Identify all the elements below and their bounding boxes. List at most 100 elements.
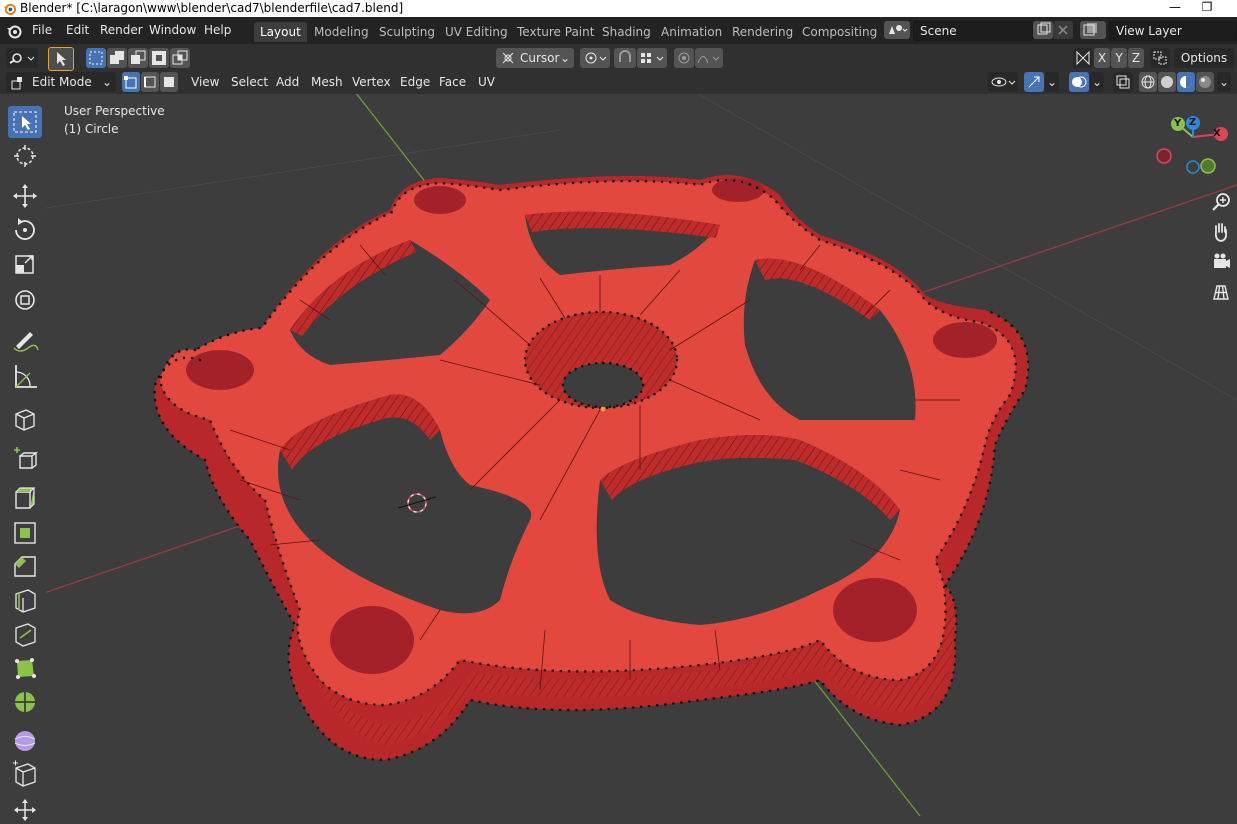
- viewport-object-label: (1) Circle: [64, 122, 119, 136]
- transform-orientation-dropdown[interactable]: Cursor ⌄: [496, 48, 574, 68]
- poly-build-icon[interactable]: [8, 652, 42, 684]
- editor-type-icon[interactable]: [6, 48, 38, 68]
- measure-icon[interactable]: [8, 360, 42, 392]
- delete-scene-icon[interactable]: [1053, 21, 1073, 39]
- menu-view[interactable]: View: [191, 75, 219, 89]
- proportional-editing-icon[interactable]: [674, 48, 694, 68]
- select-subtract-icon[interactable]: [128, 48, 148, 68]
- shrink-fatten-icon[interactable]: [8, 758, 42, 790]
- scene-selector-icon[interactable]: [884, 21, 910, 39]
- select-new-icon[interactable]: [86, 48, 106, 68]
- select-mode-tweak-icon[interactable]: [48, 47, 74, 71]
- zoom-icon[interactable]: [1207, 188, 1235, 216]
- gizmo-toggle-icon[interactable]: [1024, 72, 1044, 92]
- visibility-icon[interactable]: [988, 72, 1018, 92]
- gizmo-z-label: Z: [1189, 117, 1197, 128]
- menu-render[interactable]: Render: [100, 23, 143, 37]
- solid-shading-icon[interactable]: [1158, 72, 1176, 92]
- auto-merge-icon[interactable]: [1150, 48, 1170, 68]
- tab-uv-editing[interactable]: UV Editing: [439, 22, 514, 42]
- menu-file[interactable]: File: [32, 23, 52, 37]
- new-scene-icon[interactable]: [1033, 21, 1053, 39]
- tab-animation[interactable]: Animation: [655, 22, 728, 42]
- blender-logo-icon[interactable]: [6, 23, 22, 39]
- edge-select-mode-icon[interactable]: [141, 72, 159, 92]
- view-layer-field[interactable]: View Layer: [1109, 21, 1237, 41]
- tab-modeling[interactable]: Modeling: [308, 22, 375, 42]
- blender-logo-icon: [3, 3, 16, 15]
- mode-dropdown[interactable]: Edit Mode ⌄: [6, 72, 116, 92]
- tab-compositing[interactable]: Compositing: [796, 22, 883, 42]
- select-invert-icon[interactable]: [149, 48, 169, 68]
- tab-layout[interactable]: Layout: [254, 22, 307, 42]
- snap-target-icon[interactable]: [637, 48, 667, 68]
- tab-rendering[interactable]: Rendering: [726, 22, 799, 42]
- proportional-falloff-icon[interactable]: [695, 48, 723, 68]
- menu-mesh[interactable]: Mesh: [311, 75, 343, 89]
- mirror-y-toggle[interactable]: Y: [1111, 48, 1127, 68]
- add-cube-icon[interactable]: [8, 402, 42, 434]
- spin-icon[interactable]: [8, 686, 42, 718]
- view-layer-icon[interactable]: [1080, 21, 1106, 39]
- menu-add[interactable]: Add: [276, 75, 299, 89]
- inset-icon[interactable]: [8, 516, 42, 548]
- menu-edge[interactable]: Edge: [400, 75, 430, 89]
- menu-vertex[interactable]: Vertex: [352, 75, 391, 89]
- bolt-hole: [186, 350, 254, 390]
- hand-icon[interactable]: [1207, 218, 1235, 246]
- tab-texture-paint[interactable]: Texture Paint: [511, 22, 600, 42]
- select-intersect-icon[interactable]: [170, 48, 190, 68]
- smooth-icon[interactable]: [8, 724, 42, 756]
- snap-toggle-icon[interactable]: [614, 48, 636, 68]
- loop-cut-icon[interactable]: [8, 584, 42, 616]
- wireframe-shading-icon[interactable]: [1139, 72, 1157, 92]
- chevron-down-icon[interactable]: ⌄: [1217, 72, 1231, 92]
- scale-icon[interactable]: [8, 248, 42, 280]
- maximize-button[interactable]: ❐: [1192, 0, 1222, 17]
- mirror-x-toggle[interactable]: X: [1094, 48, 1110, 68]
- scene-name-field[interactable]: Scene: [913, 21, 1033, 41]
- gizmo-y-label: Y: [1174, 118, 1182, 129]
- transform-icon[interactable]: [8, 284, 42, 316]
- chevron-down-icon[interactable]: ⌄: [1045, 72, 1059, 92]
- shear-icon[interactable]: [8, 792, 42, 824]
- tab-sculpting[interactable]: Sculpting: [373, 22, 441, 42]
- mirror-icon[interactable]: [1073, 48, 1093, 68]
- 3d-viewport[interactable]: [0, 94, 1237, 816]
- camera-icon[interactable]: [1207, 248, 1235, 276]
- xray-toggle-icon[interactable]: [1113, 72, 1133, 92]
- bolt-hole: [330, 606, 414, 674]
- chevron-down-icon[interactable]: ⌄: [1090, 72, 1104, 92]
- pivot-point-icon[interactable]: [580, 48, 610, 68]
- overlays-toggle-icon[interactable]: [1069, 72, 1089, 92]
- menu-select[interactable]: Select: [231, 75, 268, 89]
- menu-face[interactable]: Face: [439, 75, 466, 89]
- transform-orientation-label: Cursor: [520, 51, 560, 65]
- rotate-icon[interactable]: [8, 214, 42, 246]
- menu-help[interactable]: Help: [204, 23, 231, 37]
- object-origin: [600, 406, 606, 412]
- annotate-icon[interactable]: [8, 326, 42, 358]
- move-icon[interactable]: [8, 180, 42, 212]
- gizmo-neg-y-handle[interactable]: [1200, 158, 1216, 174]
- rendered-shading-icon[interactable]: [1196, 72, 1214, 92]
- menu-edit[interactable]: Edit: [66, 23, 89, 37]
- select-extend-icon[interactable]: [107, 48, 127, 68]
- options-dropdown[interactable]: Options ⌄: [1174, 48, 1234, 85]
- cursor-icon[interactable]: [8, 140, 42, 172]
- grid-icon[interactable]: [1207, 278, 1235, 306]
- select-box-icon[interactable]: [8, 106, 42, 138]
- menu-window[interactable]: Window: [149, 23, 196, 37]
- minimize-button[interactable]: —: [1160, 0, 1190, 17]
- mirror-z-toggle[interactable]: Z: [1128, 48, 1144, 68]
- material-shading-icon[interactable]: [1177, 72, 1195, 92]
- extrude-region-icon[interactable]: [8, 482, 42, 514]
- bevel-icon[interactable]: [8, 550, 42, 582]
- extrude-icon[interactable]: [8, 442, 42, 474]
- knife-icon[interactable]: [8, 618, 42, 650]
- bolt-hole: [712, 178, 764, 202]
- menu-uv[interactable]: UV: [478, 75, 495, 89]
- tab-shading[interactable]: Shading: [596, 22, 657, 42]
- vertex-select-mode-icon[interactable]: [122, 72, 140, 92]
- face-select-mode-icon[interactable]: [160, 72, 178, 92]
